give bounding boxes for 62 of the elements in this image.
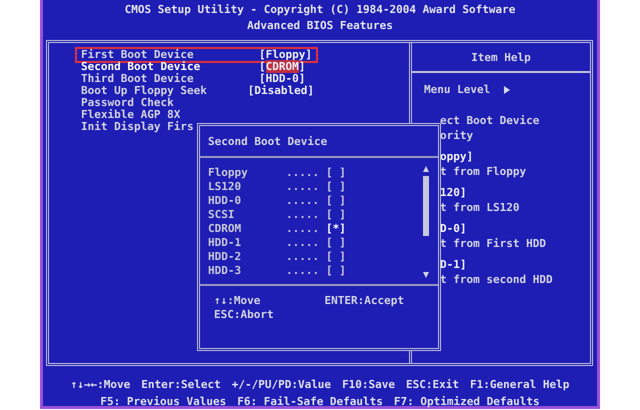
setting-name[interactable]: First Boot Device [81, 49, 259, 61]
key-hint: Enter:Select [141, 377, 221, 393]
key-hint: ESC:Abort [214, 308, 274, 322]
key-hint: F1:General Help [470, 377, 570, 393]
option-name[interactable]: CDROM [208, 222, 286, 236]
key-hint: F5: Previous Values [100, 394, 226, 410]
option-radio[interactable]: [ ] [326, 180, 346, 194]
key-hint: +/-/PU/PD:Value [232, 377, 332, 393]
option-name[interactable]: Floppy [208, 166, 286, 180]
option-leader: ..... [286, 166, 320, 180]
option-leader: ..... [286, 236, 320, 250]
key-hint: ↑↓→←:Move [70, 377, 130, 393]
option-name[interactable]: HDD-1 [208, 236, 286, 250]
help-text: 120] [440, 186, 466, 199]
setting-name[interactable]: Flexible AGP 8X [81, 109, 259, 121]
scrollbar-thumb[interactable] [423, 176, 429, 236]
option-leader: ..... [286, 222, 320, 236]
option-radio[interactable]: [ ] [326, 264, 346, 278]
page-title: Advanced BIOS Features [247, 18, 393, 34]
help-text: t from Floppy [440, 165, 526, 178]
option-leader: ..... [286, 264, 320, 278]
menu-level-label: Menu Level [424, 83, 490, 97]
option-leader: ..... [286, 208, 320, 222]
option-name[interactable]: SCSI [208, 208, 286, 222]
popup-title: Second Boot Device [208, 134, 328, 148]
help-text: t from second HDD [440, 273, 553, 286]
option-radio[interactable]: [ ] [326, 250, 346, 264]
key-hint: F6: Fail-Safe Defaults [237, 394, 383, 410]
option-leader: ..... [286, 180, 320, 194]
option-name[interactable]: HDD-3 [208, 264, 286, 278]
help-text: t from First HDD [440, 237, 546, 250]
option-radio[interactable]: [ ] [326, 194, 346, 208]
setting-name[interactable]: Third Boot Device [81, 73, 259, 85]
option-radio[interactable]: [ ] [326, 166, 346, 180]
option-leader: ..... [286, 194, 320, 208]
help-text: oppy] [440, 150, 474, 163]
scroll-up-icon[interactable] [423, 166, 429, 172]
key-hint: ↑↓:Move [214, 294, 260, 308]
submenu-arrow-icon [504, 86, 510, 94]
option-name[interactable]: LS120 [208, 180, 286, 194]
setting-name[interactable]: Boot Up Floppy Seek [81, 85, 248, 97]
key-hint: F7: Optimized Defaults [394, 394, 540, 410]
help-text: ect Boot Device [440, 114, 540, 127]
help-text: t from LS120 [440, 201, 520, 214]
option-radio[interactable]: [ ] [326, 208, 346, 222]
scroll-down-icon[interactable] [423, 272, 429, 278]
setting-value[interactable]: [Floppy] [259, 49, 312, 61]
utility-title: CMOS Setup Utility - Copyright (C) 1984-2004 Award Software [124, 2, 516, 18]
key-hint: ESC:Exit [406, 377, 460, 393]
option-name[interactable]: HDD-0 [208, 194, 286, 208]
help-text: ority [440, 129, 474, 142]
option-leader: ..... [286, 250, 320, 264]
option-radio[interactable]: [*] [326, 222, 346, 236]
setting-value[interactable]: [Disabled] [248, 85, 314, 97]
option-name[interactable]: HDD-2 [208, 250, 286, 264]
help-title: Item Help [471, 50, 531, 64]
key-hint: F10:Save [342, 377, 396, 393]
key-hint: ENTER:Accept [324, 294, 404, 308]
option-radio[interactable]: [ ] [326, 236, 346, 250]
setting-value[interactable]: [HDD-0] [259, 73, 306, 85]
setting-name[interactable]: Password Check [81, 97, 259, 109]
setting-name[interactable]: Second Boot Device [81, 61, 259, 73]
